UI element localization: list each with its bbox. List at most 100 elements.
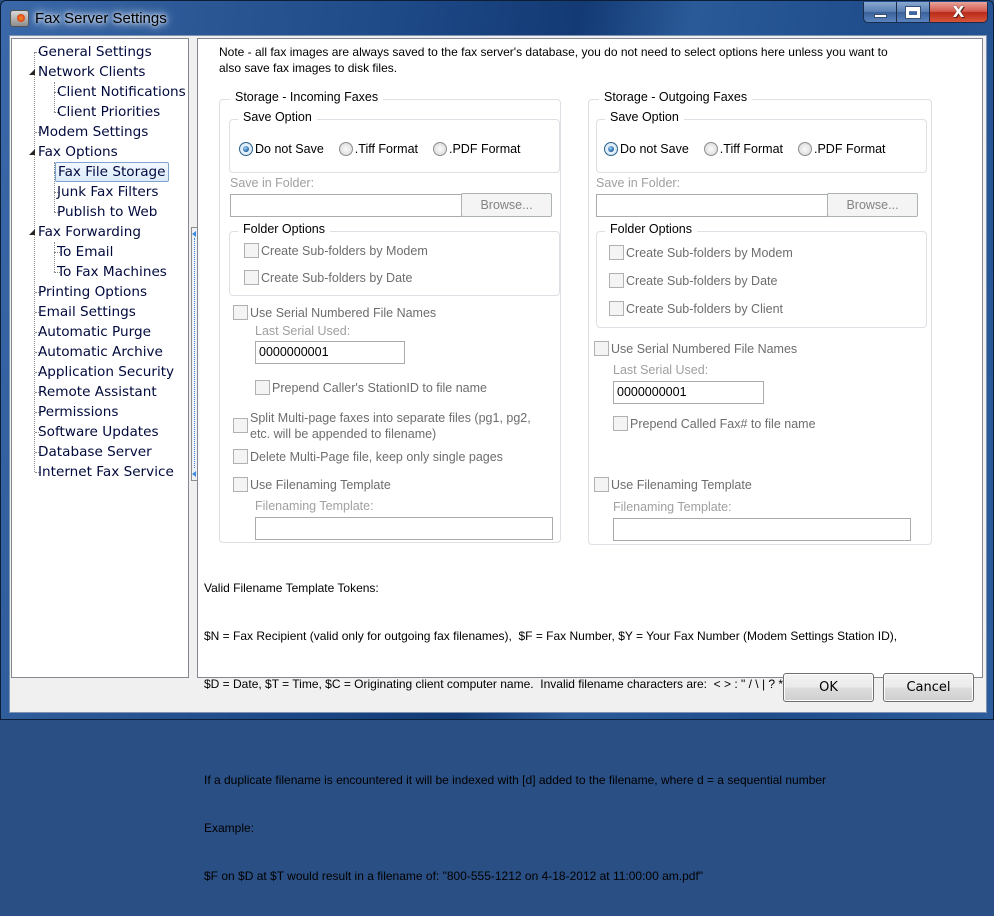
incoming-save-folder-input[interactable]: [230, 194, 462, 217]
expanded-triangle-icon[interactable]: [29, 229, 35, 235]
outgoing-template-input[interactable]: [613, 518, 911, 541]
tree-item[interactable]: Remote Assistant: [36, 382, 159, 402]
incoming-subfolders-by-modem-checkbox[interactable]: Create Sub-folders by Modem: [244, 243, 428, 259]
checkbox-label: Split Multi-page faxes into separate fil…: [250, 410, 531, 442]
minimize-button[interactable]: [863, 2, 897, 23]
checkbox-icon: [613, 416, 628, 431]
fax-server-settings-window: Fax Server Settings X General Settings Ne…: [0, 0, 994, 883]
incoming-template-input[interactable]: [255, 517, 553, 540]
fax-file-storage-panel: Note - all fax images are always saved t…: [197, 38, 983, 883]
outgoing-save-option-title: Save Option: [605, 110, 684, 124]
window-title: Fax Server Settings: [35, 10, 167, 27]
tree-item[interactable]: Software Updates: [36, 422, 161, 442]
dialog-client-area: General Settings Network Clients Client No…: [9, 35, 987, 883]
outgoing-radio-tiff[interactable]: .Tiff Format: [703, 142, 783, 156]
outgoing-group-title: Storage - Outgoing Faxes: [599, 90, 753, 104]
tree-item[interactable]: To Email: [55, 242, 115, 262]
outgoing-subfolders-by-date-checkbox[interactable]: Create Sub-folders by Date: [609, 273, 777, 289]
tokens-help-line: Example:: [204, 821, 255, 835]
splitter-arrow-down-icon: [192, 471, 196, 477]
checkbox-label: Use Serial Numbered File Names: [611, 342, 798, 356]
tree-item[interactable]: Permissions: [36, 402, 120, 422]
radio-label: .Tiff Format: [354, 142, 418, 156]
checkbox-icon: [594, 477, 609, 492]
outgoing-serial-filenames-checkbox[interactable]: Use Serial Numbered File Names: [594, 341, 797, 357]
outgoing-subfolders-by-client-checkbox[interactable]: Create Sub-folders by Client: [609, 301, 783, 317]
expanded-triangle-icon[interactable]: [29, 69, 35, 75]
tree-item[interactable]: Network Clients: [36, 62, 148, 82]
checkbox-label: Use Filenaming Template: [611, 478, 752, 492]
ok-button[interactable]: OK: [783, 673, 874, 702]
outgoing-prepend-called-fax-checkbox[interactable]: Prepend Called Fax# to file name: [613, 416, 816, 432]
outgoing-radio-do-not-save[interactable]: Do not Save: [604, 142, 689, 156]
split-label-line-2: etc. will be appended to filename): [250, 427, 437, 441]
tree-item[interactable]: Fax File Storage: [55, 162, 169, 182]
incoming-group-title: Storage - Incoming Faxes: [230, 90, 384, 104]
checkbox-label: Use Serial Numbered File Names: [250, 306, 437, 320]
settings-tree[interactable]: General Settings Network Clients Client No…: [11, 38, 189, 678]
tree-item[interactable]: Database Server: [36, 442, 154, 462]
expanded-triangle-icon[interactable]: [29, 149, 35, 155]
incoming-browse-button[interactable]: Browse...: [461, 193, 552, 217]
outgoing-subfolders-by-modem-checkbox[interactable]: Create Sub-folders by Modem: [609, 245, 793, 261]
tree-item[interactable]: Printing Options: [36, 282, 149, 302]
outgoing-storage-group: Storage - Outgoing Faxes Save Option Do …: [588, 90, 932, 545]
checkbox-icon: [609, 301, 624, 316]
tree-item[interactable]: Fax Forwarding: [36, 222, 143, 242]
radio-checked-icon: [604, 142, 618, 156]
outgoing-use-template-checkbox[interactable]: Use Filenaming Template: [594, 477, 752, 493]
incoming-radio-tiff[interactable]: .Tiff Format: [338, 142, 418, 156]
incoming-last-serial-input[interactable]: 0000000001: [255, 341, 405, 364]
tree-item[interactable]: Modem Settings: [36, 122, 150, 142]
tree-item[interactable]: Application Security: [36, 362, 176, 382]
incoming-use-template-checkbox[interactable]: Use Filenaming Template: [233, 477, 391, 493]
checkbox-icon: [233, 305, 248, 320]
incoming-split-multipage-checkbox[interactable]: Split Multi-page faxes into separate fil…: [233, 410, 531, 442]
note-line-1: Note - all fax images are always saved t…: [219, 45, 888, 59]
tree-item[interactable]: Automatic Archive: [36, 342, 165, 362]
incoming-radio-pdf[interactable]: .PDF Format: [433, 142, 521, 156]
tree-item[interactable]: Automatic Purge: [36, 322, 153, 342]
caption-buttons: X: [863, 2, 988, 23]
tree-item[interactable]: Client Priorities: [55, 102, 162, 122]
tree-item[interactable]: Internet Fax Service: [36, 462, 176, 482]
title-bar[interactable]: Fax Server Settings X: [1, 1, 994, 35]
outgoing-radio-pdf[interactable]: .PDF Format: [798, 142, 886, 156]
close-button[interactable]: X: [930, 2, 988, 23]
radio-unchecked-icon: [433, 142, 447, 156]
outgoing-save-folder-input[interactable]: [596, 194, 828, 217]
incoming-delete-multipage-checkbox[interactable]: Delete Multi-Page file, keep only single…: [233, 449, 503, 465]
outgoing-folder-options-group: Folder Options Create Sub-folders by Mod…: [596, 222, 927, 328]
outgoing-save-option-group: Save Option Do not Save .Tiff Format .PD…: [596, 110, 927, 173]
radio-label: .PDF Format: [449, 142, 521, 156]
maximize-button[interactable]: [897, 2, 930, 23]
tree-connector-line: [34, 52, 35, 472]
checkbox-icon: [233, 418, 248, 433]
incoming-prepend-stationid-checkbox[interactable]: Prepend Caller's StationID to file name: [255, 380, 487, 396]
incoming-save-format-radios: Do not Save .Tiff Format .PDF Format: [239, 142, 536, 156]
tree-item[interactable]: Junk Fax Filters: [55, 182, 160, 202]
incoming-folder-options-group: Folder Options Create Sub-folders by Mod…: [229, 222, 560, 296]
outgoing-browse-button[interactable]: Browse...: [827, 193, 918, 217]
incoming-serial-filenames-checkbox[interactable]: Use Serial Numbered File Names: [233, 305, 436, 321]
tree-item[interactable]: General Settings: [36, 42, 154, 62]
splitter-arrow-up-icon: [192, 231, 196, 237]
checkbox-icon: [609, 273, 624, 288]
tree-item[interactable]: Email Settings: [36, 302, 138, 322]
checkbox-label: Create Sub-folders by Client: [626, 302, 784, 316]
checkbox-icon: [233, 477, 248, 492]
incoming-subfolders-by-date-checkbox[interactable]: Create Sub-folders by Date: [244, 270, 412, 286]
outgoing-last-serial-input[interactable]: 0000000001: [613, 381, 764, 404]
incoming-radio-do-not-save[interactable]: Do not Save: [239, 142, 324, 156]
cancel-button[interactable]: Cancel: [883, 673, 974, 702]
tree-item[interactable]: Client Notifications: [55, 82, 188, 102]
splitter-grip: [194, 238, 195, 468]
checkbox-label: Create Sub-folders by Date: [261, 271, 413, 285]
checkbox-icon: [594, 341, 609, 356]
tree-item[interactable]: To Fax Machines: [55, 262, 169, 282]
incoming-last-serial-label: Last Serial Used:: [255, 324, 351, 338]
tree-item[interactable]: Fax Options: [36, 142, 120, 162]
radio-label: .PDF Format: [814, 142, 886, 156]
outgoing-save-format-radios: Do not Save .Tiff Format .PDF Format: [604, 142, 901, 156]
tree-item[interactable]: Publish to Web: [55, 202, 159, 222]
